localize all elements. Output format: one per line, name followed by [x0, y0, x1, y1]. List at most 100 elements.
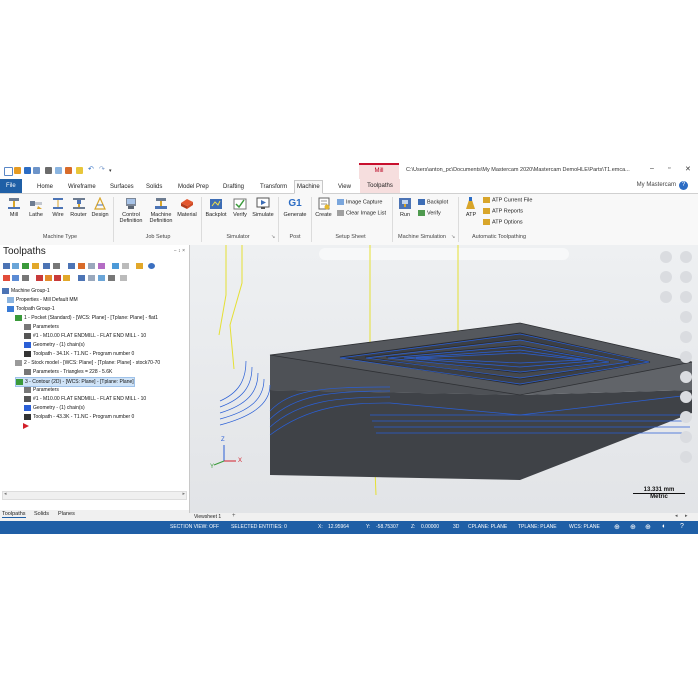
tab-transform[interactable]: Transform: [258, 181, 289, 193]
close-icon[interactable]: ✕: [685, 165, 691, 173]
toggle-display-icon[interactable]: [122, 263, 129, 269]
shading-icon[interactable]: [680, 371, 692, 383]
help-icon[interactable]: [76, 167, 83, 174]
tree-node[interactable]: Toolpath - 43.3K - T1.NC - Program numbe…: [24, 413, 134, 421]
move-down-icon[interactable]: [54, 275, 61, 281]
verify-tool-icon[interactable]: [53, 263, 60, 269]
insert-arrow-icon[interactable]: [22, 422, 30, 430]
filter-icon[interactable]: [108, 275, 115, 281]
image-capture-button[interactable]: Image Capture: [337, 199, 382, 206]
single-display-icon[interactable]: [88, 275, 95, 281]
maximize-icon[interactable]: ▫: [668, 165, 670, 172]
settings-icon[interactable]: [65, 167, 72, 174]
verify-button[interactable]: Verify: [231, 197, 249, 218]
control-definition-button[interactable]: Control Definition: [116, 197, 146, 224]
panel-controls[interactable]: − ↕ ×: [174, 248, 185, 254]
tree-node[interactable]: #1 - M10.00 FLAT ENDMILL - FLAT END MILL…: [24, 332, 146, 340]
scroll-left-icon[interactable]: ◂: [675, 513, 678, 519]
customize-chevron-icon[interactable]: ▾: [109, 168, 112, 174]
tab-drafting[interactable]: Drafting: [221, 181, 246, 193]
dialog-launcher-icon[interactable]: ↘: [271, 234, 275, 240]
wire-button[interactable]: Wire: [50, 197, 66, 218]
ms-backplot-button[interactable]: Backplot: [418, 199, 448, 206]
rotate-icon[interactable]: [680, 311, 692, 323]
gview-icon[interactable]: [680, 331, 692, 343]
ms-verify-button[interactable]: Verify: [418, 210, 441, 217]
tab-home[interactable]: Home: [35, 181, 55, 193]
viewsheet-tab[interactable]: Viewsheet 1: [194, 514, 221, 520]
mill-button[interactable]: Mill: [6, 197, 22, 218]
tplane-status[interactable]: TPLANE: PLANE: [518, 524, 557, 530]
globe-icon[interactable]: ⊕: [630, 523, 636, 531]
globe-icon[interactable]: ⊕: [614, 523, 620, 531]
my-mastercam-link[interactable]: My Mastercam: [637, 182, 676, 188]
regenerate-icon[interactable]: [22, 263, 29, 269]
redo-icon[interactable]: ↷: [99, 165, 105, 173]
toggle-icon[interactable]: [22, 275, 29, 281]
expand-icon[interactable]: [3, 275, 10, 281]
more-options-icon[interactable]: [120, 275, 127, 281]
delete-view-icon[interactable]: [680, 431, 692, 443]
new-file-icon[interactable]: [4, 167, 13, 176]
view-cube-icon[interactable]: [660, 251, 672, 263]
zoom-out-icon[interactable]: [680, 271, 692, 283]
scroll-to-icon[interactable]: [78, 275, 85, 281]
print-icon[interactable]: [45, 167, 52, 174]
tree-node[interactable]: Toolpath - 34.1K - T1.NC - Program numbe…: [24, 350, 134, 358]
color-icon[interactable]: [680, 411, 692, 423]
regenerate-dirty-icon[interactable]: [32, 263, 39, 269]
display-options-icon[interactable]: [98, 275, 105, 281]
collapse-icon[interactable]: [12, 275, 19, 281]
translate-icon[interactable]: [680, 451, 692, 463]
horizontal-scrollbar[interactable]: ◂ ▸: [2, 491, 187, 500]
fit-icon[interactable]: [680, 291, 692, 303]
create-setup-sheet-button[interactable]: Create: [313, 197, 334, 218]
pan-icon[interactable]: [660, 271, 672, 283]
router-button[interactable]: Router: [69, 197, 88, 218]
clear-image-list-button[interactable]: Clear Image List: [337, 210, 386, 217]
atp-options-button[interactable]: ATP Options: [483, 219, 523, 226]
insert-arrow-down-icon[interactable]: [36, 275, 43, 281]
atp-reports-button[interactable]: ATP Reports: [483, 208, 523, 215]
help-circle-icon[interactable]: ?: [679, 181, 688, 190]
tree-node[interactable]: Geometry - (1) chain(s): [24, 341, 85, 349]
tab-solids-panel[interactable]: Solids: [34, 511, 49, 517]
tree-node[interactable]: Geometry - (1) chain(s): [24, 404, 85, 412]
design-button[interactable]: Design: [90, 196, 110, 218]
wireframe-icon[interactable]: [680, 391, 692, 403]
display-mode-icon[interactable]: ◐: [662, 523, 666, 530]
no-entry-icon[interactable]: [660, 291, 672, 303]
tab-model-prep[interactable]: Model Prep: [176, 181, 211, 193]
tree-node[interactable]: Machine Group-1: [2, 287, 50, 295]
save-as-icon[interactable]: [33, 167, 40, 174]
zoom-in-icon[interactable]: [680, 251, 692, 263]
undo-icon[interactable]: ↶: [88, 165, 94, 173]
scroll-left-icon[interactable]: ◂: [4, 491, 7, 497]
simulate-button[interactable]: Simulate: [251, 197, 275, 218]
tab-toolpaths[interactable]: Toolpaths: [360, 179, 400, 193]
tab-planes-panel[interactable]: Planes: [58, 511, 75, 517]
insert-arrow-up-icon[interactable]: [45, 275, 52, 281]
tab-file[interactable]: File: [0, 179, 22, 193]
delete-icon[interactable]: [98, 263, 105, 269]
globe-icon[interactable]: ⊕: [645, 523, 651, 531]
mode-toggle[interactable]: 3D: [453, 524, 459, 530]
tree-node[interactable]: Parameters - Triangles = 228 - 5.6K: [24, 368, 112, 376]
print-preview-icon[interactable]: [55, 167, 62, 174]
material-button[interactable]: Material: [175, 197, 199, 218]
help-status-icon[interactable]: ?: [680, 523, 684, 530]
tab-wireframe[interactable]: Wireframe: [66, 181, 98, 193]
tree-node[interactable]: Parameters: [24, 386, 59, 394]
select-dirty-icon[interactable]: [12, 263, 19, 269]
lock-icon[interactable]: [112, 263, 119, 269]
cplane-status[interactable]: CPLANE: PLANE: [468, 524, 507, 530]
simulate-tool-icon[interactable]: [68, 263, 75, 269]
scroll-right-icon[interactable]: ▸: [182, 491, 185, 497]
select-all-icon[interactable]: [3, 263, 10, 269]
section-icon[interactable]: [680, 351, 692, 363]
scroll-right-icon[interactable]: ▸: [685, 513, 688, 519]
section-view-status[interactable]: SECTION VIEW: OFF: [170, 524, 219, 530]
atp-button[interactable]: ATP: [462, 197, 480, 218]
tree-node[interactable]: Properties - Mill Default MM: [7, 296, 78, 304]
tab-solids[interactable]: Solids: [144, 181, 164, 193]
